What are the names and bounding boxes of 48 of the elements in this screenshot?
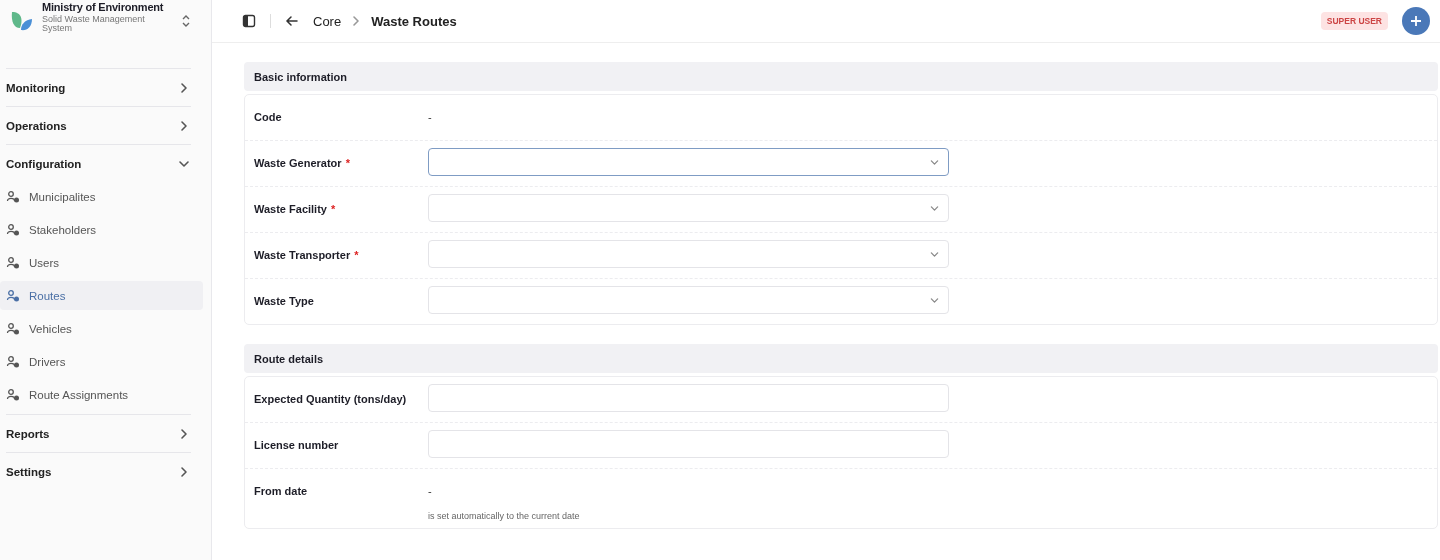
users-icon [6,354,20,369]
field-value: - [428,484,433,499]
users-icon [6,288,20,303]
users-icon [6,255,20,270]
section-title: Route details [254,352,324,365]
add-button[interactable] [1402,7,1430,35]
select-field[interactable] [428,148,949,176]
role-badge: SUPER USER [1320,12,1388,30]
section-title: Basic information [254,70,347,83]
nav-item[interactable]: Route Assignments [0,380,203,409]
field-label: Code [254,111,282,123]
field-label: Waste Type [254,295,314,307]
nav-item[interactable]: Vehicles [0,314,203,343]
field-value: - [428,110,433,125]
field-label: From date [254,485,308,497]
field-label: Waste Facility [254,203,327,215]
nav-item[interactable]: Drivers [0,347,203,376]
breadcrumb-link[interactable]: Core [313,13,342,29]
switcher-icon [181,14,191,28]
field-label: Waste Generator [254,157,342,169]
panel-icon [242,14,256,28]
users-icon [6,189,20,204]
nav-group[interactable]: Reports [6,415,191,452]
field-label: License number [254,439,339,451]
input-field[interactable] [428,384,949,412]
input-field[interactable] [428,430,949,458]
users-icon [6,387,20,402]
nav-group[interactable]: Monitoring [6,69,191,106]
users-icon [6,222,20,237]
nav-item[interactable]: Users [0,248,203,277]
required-mark: * [354,249,359,261]
required-mark: * [330,203,336,215]
plus-icon [1410,15,1422,27]
nav-item[interactable]: Routes [0,281,203,310]
required-mark: * [345,157,350,169]
nav-group[interactable]: Configuration [6,145,191,182]
nav-item[interactable]: Stakeholders [0,215,203,244]
nav-item[interactable]: Municipalites [0,182,203,211]
sidebar-toggle-icon[interactable] [240,12,258,30]
org-subtitle: Solid Waste Management System [42,14,146,33]
org-name: Ministry of Environment [42,1,165,13]
field-hint: is set automatically to the current date [428,511,581,521]
field-label: Waste Transporter [254,249,351,261]
users-icon [6,321,20,336]
arrow-left-icon [285,14,299,28]
nav-group[interactable]: Settings [6,453,191,490]
field-label: Expected Quantity (tons/day) [254,393,407,405]
nav-group[interactable]: Operations [6,107,191,144]
